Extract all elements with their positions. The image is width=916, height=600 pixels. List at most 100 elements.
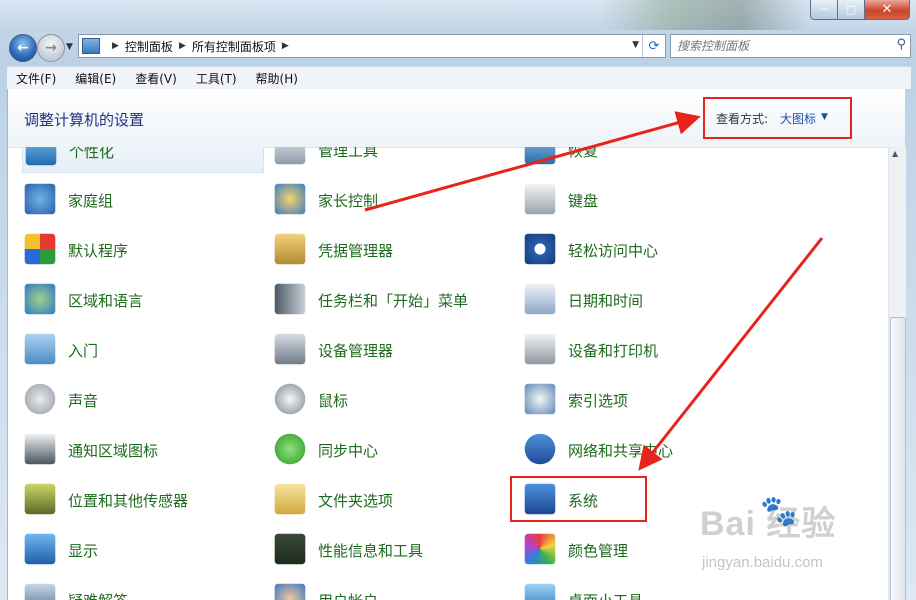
control-panel-item-label[interactable]: 轻松访问中心 <box>568 240 658 261</box>
control-panel-item-label[interactable]: 同步中心 <box>318 440 378 461</box>
control-panel-item-folder-options[interactable]: 文件夹选项 <box>272 481 512 521</box>
breadcrumb-control-panel[interactable]: 控制面板 <box>125 38 173 55</box>
control-panel-item-label[interactable]: 疑难解答 <box>68 590 128 600</box>
control-panel-item-region-language[interactable]: 区域和语言 <box>22 281 262 321</box>
breadcrumb-all-items[interactable]: 所有控制面板项 <box>192 38 276 55</box>
devices-printers-icon <box>524 333 556 365</box>
address-bar[interactable]: ▶ 控制面板 ▶ 所有控制面板项 ▶ ▼ ⟳ <box>78 34 666 58</box>
recovery-icon <box>524 147 556 165</box>
scroll-up-icon[interactable]: ▲ <box>892 149 898 158</box>
back-button[interactable]: ← <box>9 34 37 62</box>
control-panel-item-label[interactable]: 位置和其他传感器 <box>68 490 188 511</box>
control-panel-item-label[interactable]: 区域和语言 <box>68 290 143 311</box>
control-panel-item-recovery[interactable]: 恢复 <box>522 147 762 171</box>
control-panel-item-label[interactable]: 索引选项 <box>568 390 628 411</box>
control-panel-item-label[interactable]: 网络和共享中心 <box>568 440 673 461</box>
mouse-icon <box>274 383 306 415</box>
refresh-button[interactable]: ⟳ <box>642 35 665 57</box>
control-panel-item-label[interactable]: 桌面小工具 <box>568 590 643 600</box>
taskbar-icon <box>274 283 306 315</box>
title-bar: ─ □ ✕ <box>0 0 916 30</box>
control-panel-item-label[interactable]: 管理工具 <box>318 147 378 161</box>
control-panel-item-label[interactable]: 入门 <box>68 340 98 361</box>
chevron-right-icon[interactable]: ▶ <box>282 41 289 51</box>
homegroup-icon <box>24 183 56 215</box>
control-panel-item-devices-printers[interactable]: 设备和打印机 <box>522 331 762 371</box>
menu-edit[interactable]: 编辑(E) <box>75 70 116 87</box>
troubleshooting-icon <box>24 583 56 600</box>
menu-bar: 文件(F) 编辑(E) 查看(V) 工具(T) 帮助(H) <box>7 66 911 89</box>
minimize-button[interactable]: ─ <box>810 0 838 20</box>
control-panel-item-date-time[interactable]: 日期和时间 <box>522 281 762 321</box>
control-panel-item-performance[interactable]: 性能信息和工具 <box>272 531 512 571</box>
control-panel-item-label[interactable]: 个性化 <box>69 147 114 162</box>
menu-tools[interactable]: 工具(T) <box>196 70 237 87</box>
control-panel-item-label[interactable]: 性能信息和工具 <box>318 540 423 561</box>
arrow-left-icon: ← <box>17 40 29 56</box>
control-panel-item-label[interactable]: 文件夹选项 <box>318 490 393 511</box>
control-panel-item-label[interactable]: 颜色管理 <box>568 540 628 561</box>
control-panel-item-admin-tools[interactable]: 管理工具 <box>272 147 512 171</box>
control-panel-item-mouse[interactable]: 鼠标 <box>272 381 512 421</box>
performance-icon <box>274 533 306 565</box>
ease-of-access-icon <box>524 233 556 265</box>
recent-pages-dropdown[interactable]: ▼ <box>66 42 73 52</box>
control-panel-item-taskbar[interactable]: 任务栏和「开始」菜单 <box>272 281 512 321</box>
address-row: ← → ▼ ▶ 控制面板 ▶ 所有控制面板项 ▶ ▼ ⟳ ⚲ <box>0 28 916 66</box>
control-panel-item-label[interactable]: 设备管理器 <box>318 340 393 361</box>
maximize-button[interactable]: □ <box>838 0 865 20</box>
control-panel-item-location-sensors[interactable]: 位置和其他传感器 <box>22 481 262 521</box>
control-panel-item-personalization[interactable]: 个性化 <box>22 147 264 173</box>
control-panel-item-credential-manager[interactable]: 凭据管理器 <box>272 231 512 271</box>
control-panel-item-notification-area[interactable]: 通知区域图标 <box>22 431 262 471</box>
control-panel-item-label[interactable]: 家庭组 <box>68 190 113 211</box>
control-panel-item-label[interactable]: 日期和时间 <box>568 290 643 311</box>
control-panel-item-label[interactable]: 鼠标 <box>318 390 348 411</box>
control-panel-item-sound[interactable]: 声音 <box>22 381 262 421</box>
control-panel-item-label[interactable]: 显示 <box>68 540 98 561</box>
control-panel-item-getting-started[interactable]: 入门 <box>22 331 262 371</box>
control-panel-item-user-accounts[interactable]: 用户帐户 <box>272 581 512 600</box>
title-bar-glass <box>600 0 810 30</box>
annotation-box-view-by <box>703 97 852 139</box>
close-button[interactable]: ✕ <box>865 0 910 20</box>
control-panel-item-ease-of-access[interactable]: 轻松访问中心 <box>522 231 762 271</box>
baidu-watermark: Bai 经验 🐾 jingyan.baidu.com <box>700 494 910 584</box>
menu-view[interactable]: 查看(V) <box>135 70 177 87</box>
control-panel-item-network-center[interactable]: 网络和共享中心 <box>522 431 762 471</box>
control-panel-item-device-manager[interactable]: 设备管理器 <box>272 331 512 371</box>
menu-file[interactable]: 文件(F) <box>16 70 56 87</box>
menu-help[interactable]: 帮助(H) <box>256 70 298 87</box>
control-panel-item-label[interactable]: 用户帐户 <box>318 590 378 600</box>
keyboard-icon <box>524 183 556 215</box>
control-panel-item-indexing-options[interactable]: 索引选项 <box>522 381 762 421</box>
control-panel-item-label[interactable]: 通知区域图标 <box>68 440 158 461</box>
control-panel-item-parental-controls[interactable]: 家长控制 <box>272 181 512 221</box>
search-icon[interactable]: ⚲ <box>896 37 906 52</box>
control-panel-item-label[interactable]: 声音 <box>68 390 98 411</box>
date-time-icon <box>524 283 556 315</box>
paw-icon: 🐾 <box>760 494 798 529</box>
device-manager-icon <box>274 333 306 365</box>
chevron-right-icon[interactable]: ▶ <box>179 41 186 51</box>
control-panel-item-label[interactable]: 凭据管理器 <box>318 240 393 261</box>
control-panel-item-sync-center[interactable]: 同步中心 <box>272 431 512 471</box>
chevron-right-icon[interactable]: ▶ <box>112 41 119 51</box>
control-panel-item-label[interactable]: 键盘 <box>568 190 598 211</box>
control-panel-item-label[interactable]: 任务栏和「开始」菜单 <box>318 290 468 311</box>
forward-button[interactable]: → <box>37 34 65 62</box>
control-panel-item-homegroup[interactable]: 家庭组 <box>22 181 262 221</box>
control-panel-item-label[interactable]: 恢复 <box>568 147 598 161</box>
notification-area-icon <box>24 433 56 465</box>
control-panel-item-label[interactable]: 设备和打印机 <box>568 340 658 361</box>
control-panel-item-display[interactable]: 显示 <box>22 531 262 571</box>
network-center-icon <box>524 433 556 465</box>
chevron-down-icon[interactable]: ▼ <box>632 40 639 50</box>
control-panel-item-troubleshooting[interactable]: 疑难解答 <box>22 581 262 600</box>
control-panel-item-keyboard[interactable]: 键盘 <box>522 181 762 221</box>
control-panel-item-default-programs[interactable]: 默认程序 <box>22 231 262 271</box>
control-panel-item-label[interactable]: 默认程序 <box>68 240 128 261</box>
control-panel-item-label[interactable]: 家长控制 <box>318 190 378 211</box>
search-input[interactable] <box>671 36 882 56</box>
color-management-icon <box>524 533 556 565</box>
